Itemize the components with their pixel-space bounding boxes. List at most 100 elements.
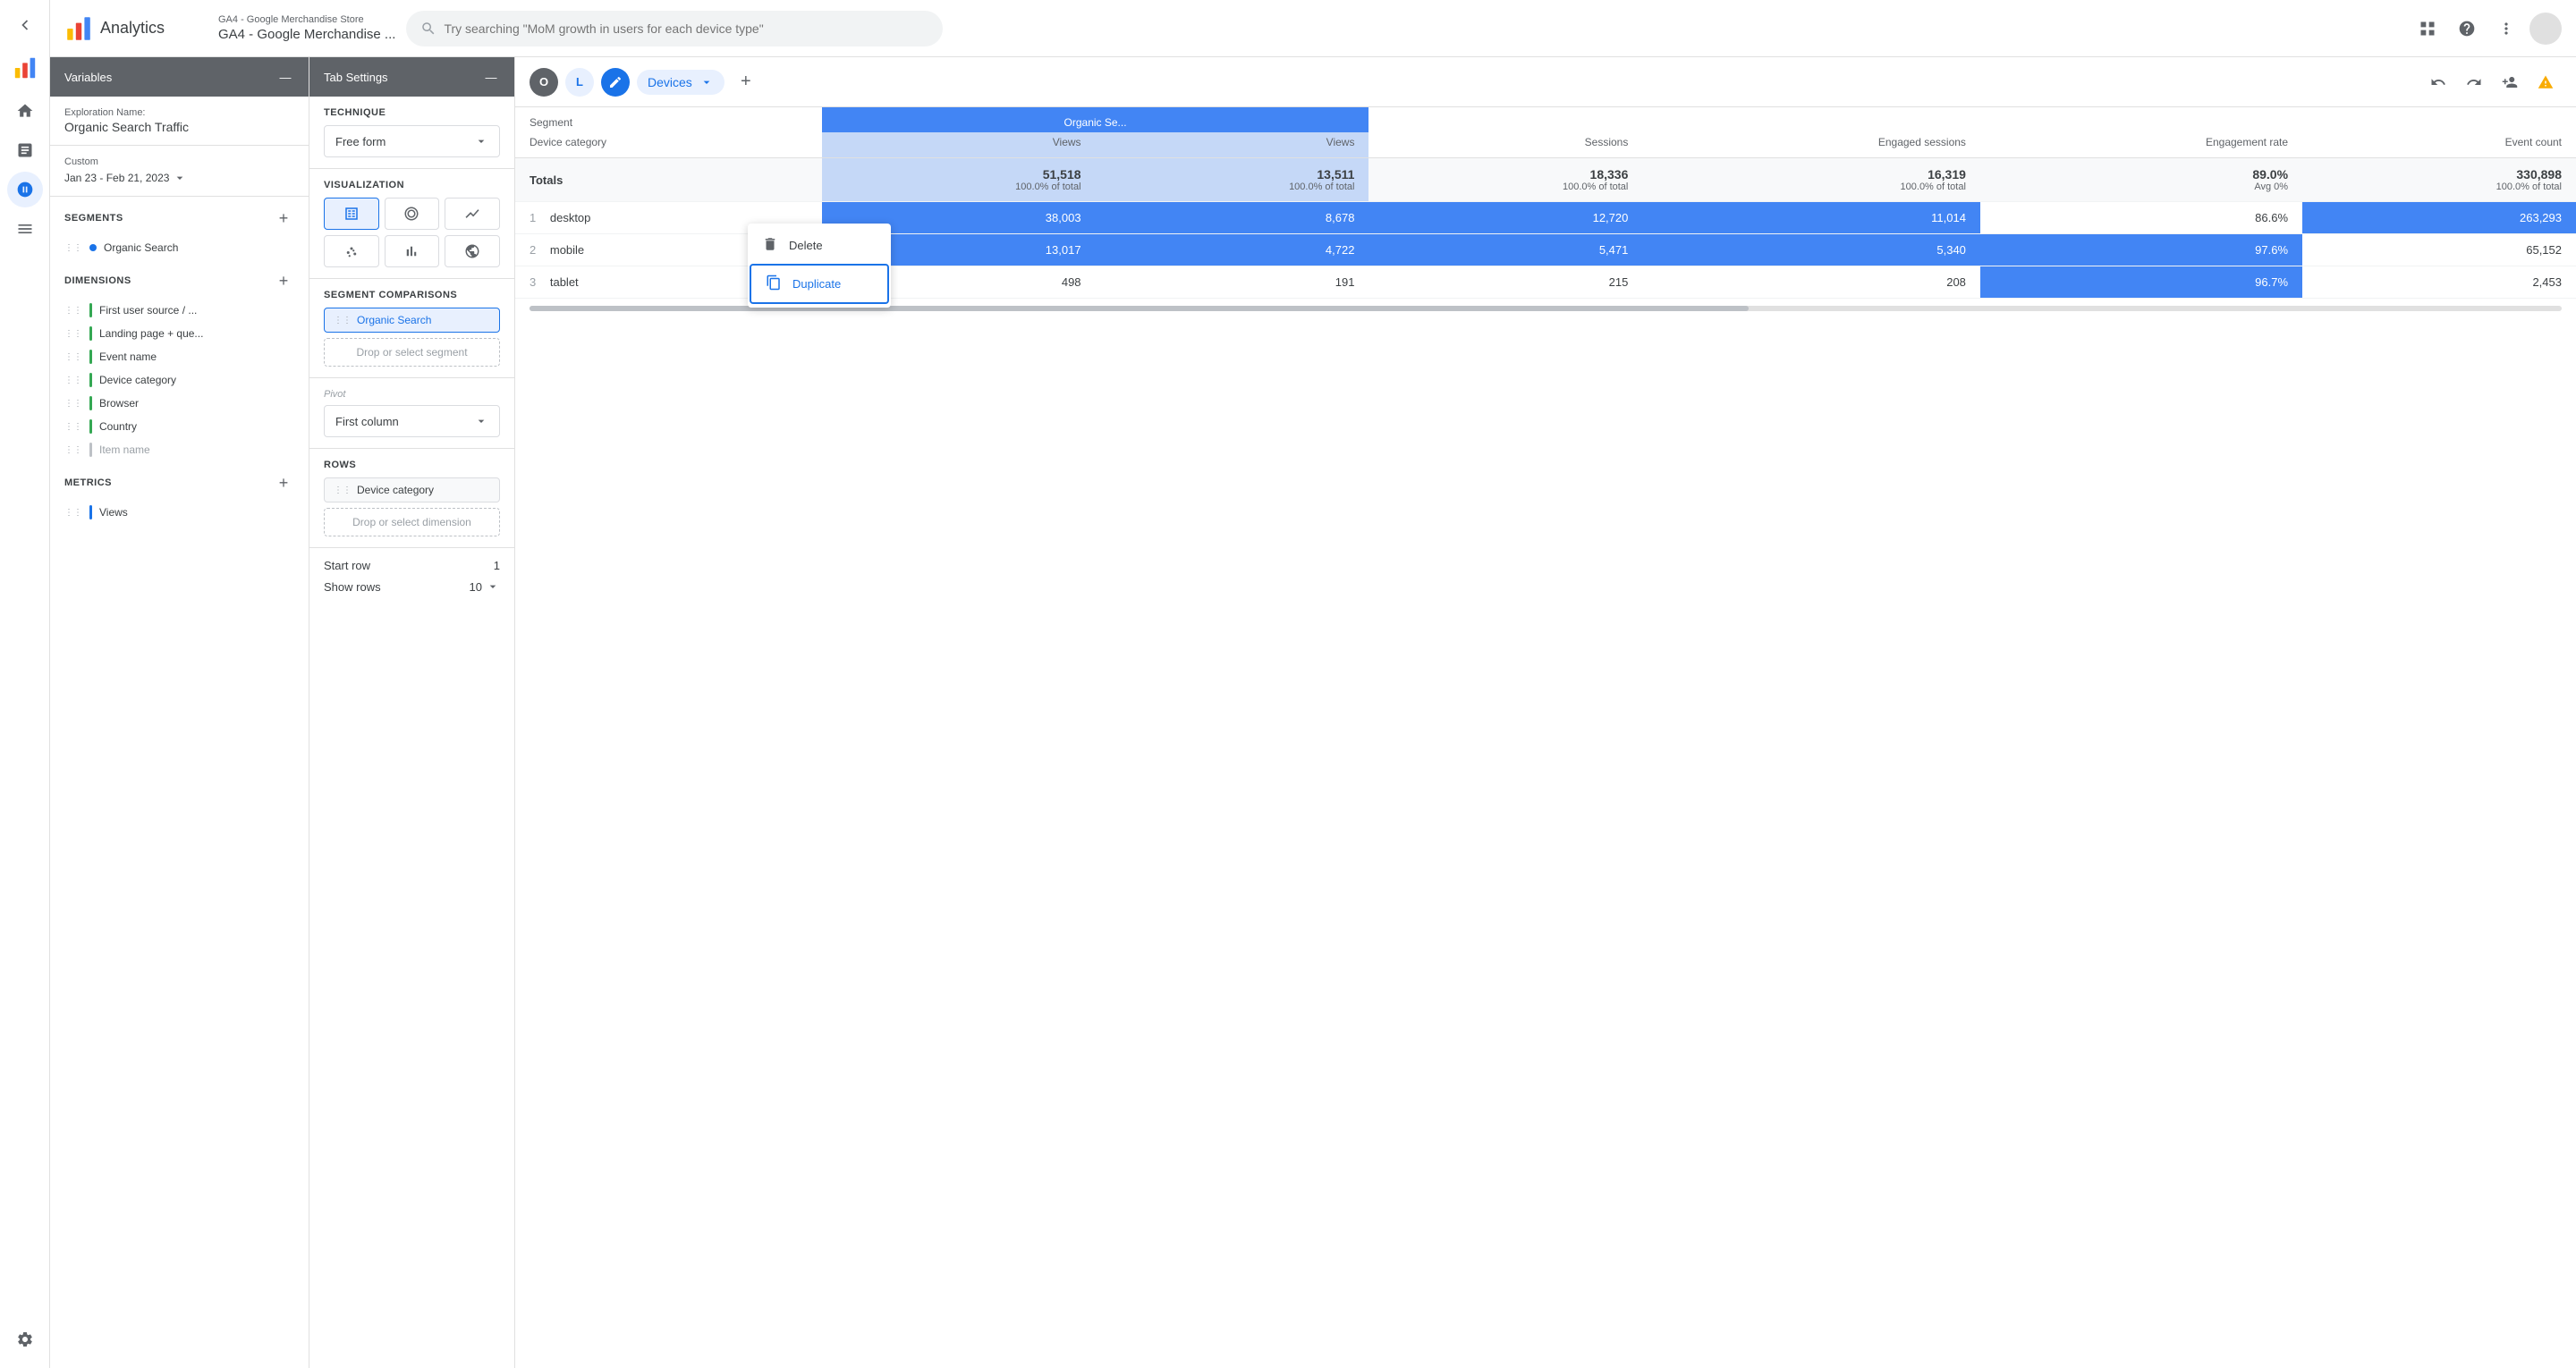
rows-dim-chip[interactable]: ⋮⋮ Device category bbox=[324, 477, 500, 502]
left-navigation bbox=[0, 0, 50, 1368]
technique-section: TECHNIQUE Free form bbox=[309, 97, 514, 169]
dim-device-category[interactable]: ⋮⋮ Device category bbox=[50, 368, 309, 392]
show-rows-select[interactable]: 10 bbox=[470, 579, 500, 594]
metrics-title: METRICS bbox=[64, 477, 112, 488]
nav-advertising[interactable] bbox=[7, 211, 43, 247]
search-input[interactable] bbox=[444, 21, 928, 36]
dim-item-name[interactable]: ⋮⋮ Item name bbox=[50, 438, 309, 461]
content-area: Variables — Exploration Name: Organic Se… bbox=[50, 57, 2576, 1368]
add-segment-button[interactable]: + bbox=[273, 207, 294, 229]
chevron-down-icon bbox=[474, 134, 488, 148]
engagement-rate-col-header: Engagement rate bbox=[1980, 132, 2302, 158]
nav-reports[interactable] bbox=[7, 132, 43, 168]
dim-label: Event name bbox=[99, 350, 157, 363]
dim-bar bbox=[89, 326, 92, 341]
rows-section: ROWS ⋮⋮ Device category Drop or select d… bbox=[309, 449, 514, 548]
date-section: Custom Jan 23 - Feb 21, 2023 bbox=[50, 146, 309, 197]
chip-handle: ⋮⋮ bbox=[334, 486, 352, 495]
undo-button[interactable] bbox=[2422, 66, 2454, 98]
top-bar: Analytics GA4 - Google Merchandise Store… bbox=[50, 0, 2576, 57]
totals-event-count: 330,898 100.0% of total bbox=[2302, 158, 2576, 202]
report-area: O L Devices + bbox=[515, 57, 2576, 1368]
more-options-button[interactable] bbox=[2490, 13, 2522, 45]
dim-event-name[interactable]: ⋮⋮ Event name bbox=[50, 345, 309, 368]
dim-label: Landing page + que... bbox=[99, 327, 203, 340]
variables-minimize[interactable]: — bbox=[276, 68, 294, 86]
viz-donut-button[interactable] bbox=[385, 198, 440, 230]
dim-first-user-source[interactable]: ⋮⋮ First user source / ... bbox=[50, 299, 309, 322]
event-count-col-header: Event count bbox=[2302, 132, 2576, 158]
active-tab[interactable]: Devices bbox=[637, 70, 724, 95]
tab-name: Devices bbox=[648, 75, 692, 89]
dim-handle: ⋮⋮ bbox=[64, 422, 82, 432]
grid-view-button[interactable] bbox=[2411, 13, 2444, 45]
segment-item-organic[interactable]: ⋮⋮ Organic Search bbox=[50, 236, 309, 259]
variables-panel: Variables — Exploration Name: Organic Se… bbox=[50, 57, 309, 1368]
analytics-logo bbox=[7, 50, 43, 86]
dim-bar bbox=[89, 443, 92, 457]
technique-select[interactable]: Free form bbox=[324, 125, 500, 157]
add-tab-button[interactable]: + bbox=[732, 68, 760, 97]
mobile-views-2: 4,722 bbox=[1096, 234, 1369, 266]
viz-scatter-button[interactable] bbox=[324, 235, 379, 267]
viz-table-button[interactable] bbox=[324, 198, 379, 230]
dim-handle: ⋮⋮ bbox=[64, 352, 82, 362]
metrics-header: METRICS + bbox=[50, 461, 309, 501]
redo-button[interactable] bbox=[2458, 66, 2490, 98]
dim-label: Device category bbox=[99, 374, 176, 386]
mobile-eng-rate: 97.6% bbox=[1980, 234, 2302, 266]
add-metric-button[interactable]: + bbox=[273, 472, 294, 494]
warning-button[interactable] bbox=[2529, 66, 2562, 98]
rows-label: ROWS bbox=[324, 460, 500, 470]
search-bar[interactable] bbox=[406, 11, 943, 46]
copy-icon bbox=[766, 274, 782, 293]
delete-menu-item[interactable]: Delete bbox=[748, 227, 891, 264]
scrollbar-thumb[interactable] bbox=[530, 306, 1749, 311]
main-container: Analytics GA4 - Google Merchandise Store… bbox=[50, 0, 2576, 1368]
account-button[interactable] bbox=[2529, 13, 2562, 45]
totals-engagement-rate: 89.0% Avg 0% bbox=[1980, 158, 2302, 202]
segment-comparison-chip[interactable]: ⋮⋮ Organic Search bbox=[324, 308, 500, 333]
toolbar-actions bbox=[2422, 66, 2562, 98]
seg-comparisons-label: SEGMENT COMPARISONS bbox=[324, 290, 500, 300]
nav-home[interactable] bbox=[7, 93, 43, 129]
visualization-section: VISUALIZATION bbox=[309, 169, 514, 279]
tab-o-avatar[interactable]: O bbox=[530, 68, 558, 97]
duplicate-menu-item[interactable]: Duplicate bbox=[750, 264, 889, 304]
seg-chip-label: Organic Search bbox=[357, 314, 431, 326]
dim-handle: ⋮⋮ bbox=[64, 329, 82, 339]
dim-browser[interactable]: ⋮⋮ Browser bbox=[50, 392, 309, 415]
dim-country[interactable]: ⋮⋮ Country bbox=[50, 415, 309, 438]
report-toolbar: O L Devices + bbox=[515, 57, 2576, 107]
dim-bar bbox=[89, 419, 92, 434]
date-picker[interactable]: Jan 23 - Feb 21, 2023 bbox=[64, 171, 294, 185]
dim-landing-page[interactable]: ⋮⋮ Landing page + que... bbox=[50, 322, 309, 345]
desktop-event-count: 263,293 bbox=[2302, 202, 2576, 234]
metric-views[interactable]: ⋮⋮ Views bbox=[50, 501, 309, 524]
nav-settings[interactable] bbox=[7, 1322, 43, 1357]
dim-handle: ⋮⋮ bbox=[64, 376, 82, 385]
pivot-label: Pivot bbox=[324, 389, 500, 400]
viz-globe-button[interactable] bbox=[445, 235, 500, 267]
chevron-down-icon bbox=[474, 414, 488, 428]
dimensions-title: DIMENSIONS bbox=[64, 275, 131, 286]
dim-label: Item name bbox=[99, 443, 150, 456]
add-dimension-button[interactable]: + bbox=[273, 270, 294, 291]
nav-explore[interactable] bbox=[7, 172, 43, 207]
add-user-button[interactable] bbox=[2494, 66, 2526, 98]
dimensions-header: DIMENSIONS + bbox=[50, 259, 309, 299]
drop-dimension-zone[interactable]: Drop or select dimension bbox=[324, 508, 500, 536]
pivot-select[interactable]: First column bbox=[324, 405, 500, 437]
back-button[interactable] bbox=[7, 7, 43, 43]
viz-bar-button[interactable] bbox=[385, 235, 440, 267]
help-button[interactable] bbox=[2451, 13, 2483, 45]
tab-l-avatar[interactable]: L bbox=[565, 68, 594, 97]
drop-segment-zone[interactable]: Drop or select segment bbox=[324, 338, 500, 367]
tab-settings-minimize[interactable]: — bbox=[482, 68, 500, 86]
chevron-down-icon bbox=[486, 579, 500, 594]
viz-line-button[interactable] bbox=[445, 198, 500, 230]
dim-label: Browser bbox=[99, 397, 139, 410]
exploration-name: Organic Search Traffic bbox=[64, 120, 294, 134]
totals-views-2: 13,511 100.0% of total bbox=[1096, 158, 1369, 202]
app-title: Analytics bbox=[100, 19, 165, 38]
